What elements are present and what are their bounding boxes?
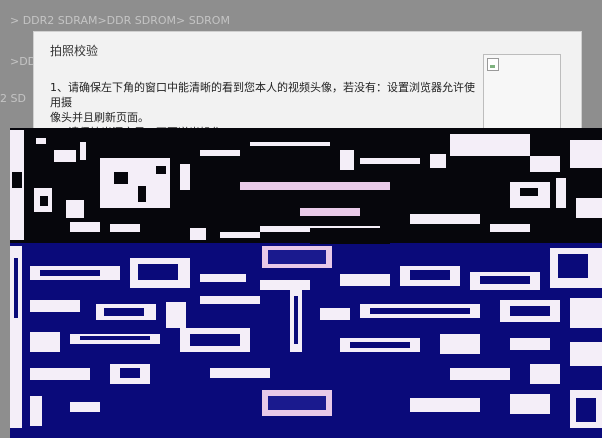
instruction-item: 1、请确保左下角的窗口中能清晰的看到您本人的视频头像，若没有：设置浏览器允许使用… [50, 81, 475, 109]
broken-image-icon [487, 58, 499, 71]
corrupted-video-frame [10, 128, 602, 438]
dialog-title: 拍照校验 [50, 44, 99, 58]
camera-video-area [10, 128, 602, 438]
captured-photo-frame [483, 54, 561, 134]
background-breadcrumb-fragment: 2 SD [0, 92, 26, 105]
background-breadcrumb: > DDR2 SDRAM>DDR SDROM> SDROM [10, 14, 230, 27]
instruction-item: 像头并且刷新页面。 [50, 111, 149, 124]
